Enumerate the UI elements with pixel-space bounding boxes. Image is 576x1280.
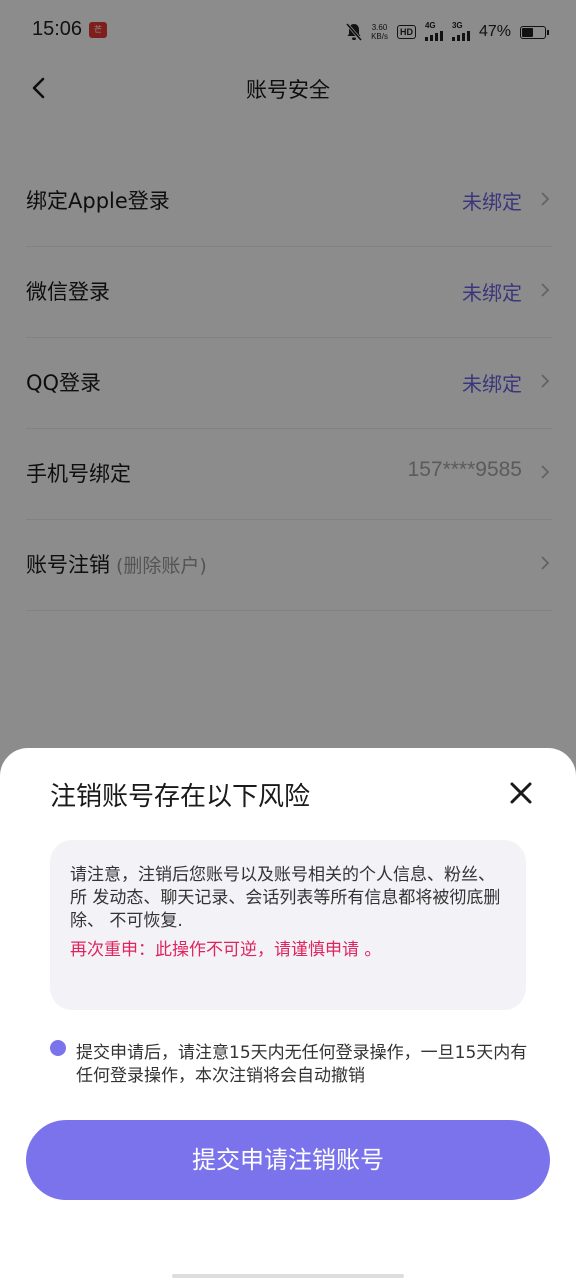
risk-warning-text: 再次重申：此操作不可逆，请谨慎申请 。: [70, 940, 382, 960]
bullet-dot-icon: [50, 1040, 66, 1056]
risk-notice-box: 请注意，注销后您账号以及账号相关的个人信息、粉丝、所 发动态、聊天记录、会话列表…: [50, 840, 526, 1010]
close-icon: [510, 782, 532, 804]
dialog-title: 注销账号存在以下风险: [50, 782, 311, 812]
screen: 15:06 芒 3.60 KB/s HD 4G 3G 47% 账号安全 绑定Ap…: [0, 0, 576, 1280]
home-indicator[interactable]: [172, 1274, 404, 1278]
submit-delete-button[interactable]: 提交申请注销账号: [26, 1120, 550, 1200]
risk-notice-text: 请注意，注销后您账号以及账号相关的个人信息、粉丝、所 发动态、聊天记录、会话列表…: [70, 865, 501, 931]
cooldown-notice-text: 提交申请后，请注意15天内无任何登录操作，一旦15天内有 任何登录操作，本次注销…: [76, 1043, 528, 1086]
close-button[interactable]: [506, 778, 536, 808]
delete-account-dialog: 注销账号存在以下风险 请注意，注销后您账号以及账号相关的个人信息、粉丝、所 发动…: [0, 748, 576, 1280]
